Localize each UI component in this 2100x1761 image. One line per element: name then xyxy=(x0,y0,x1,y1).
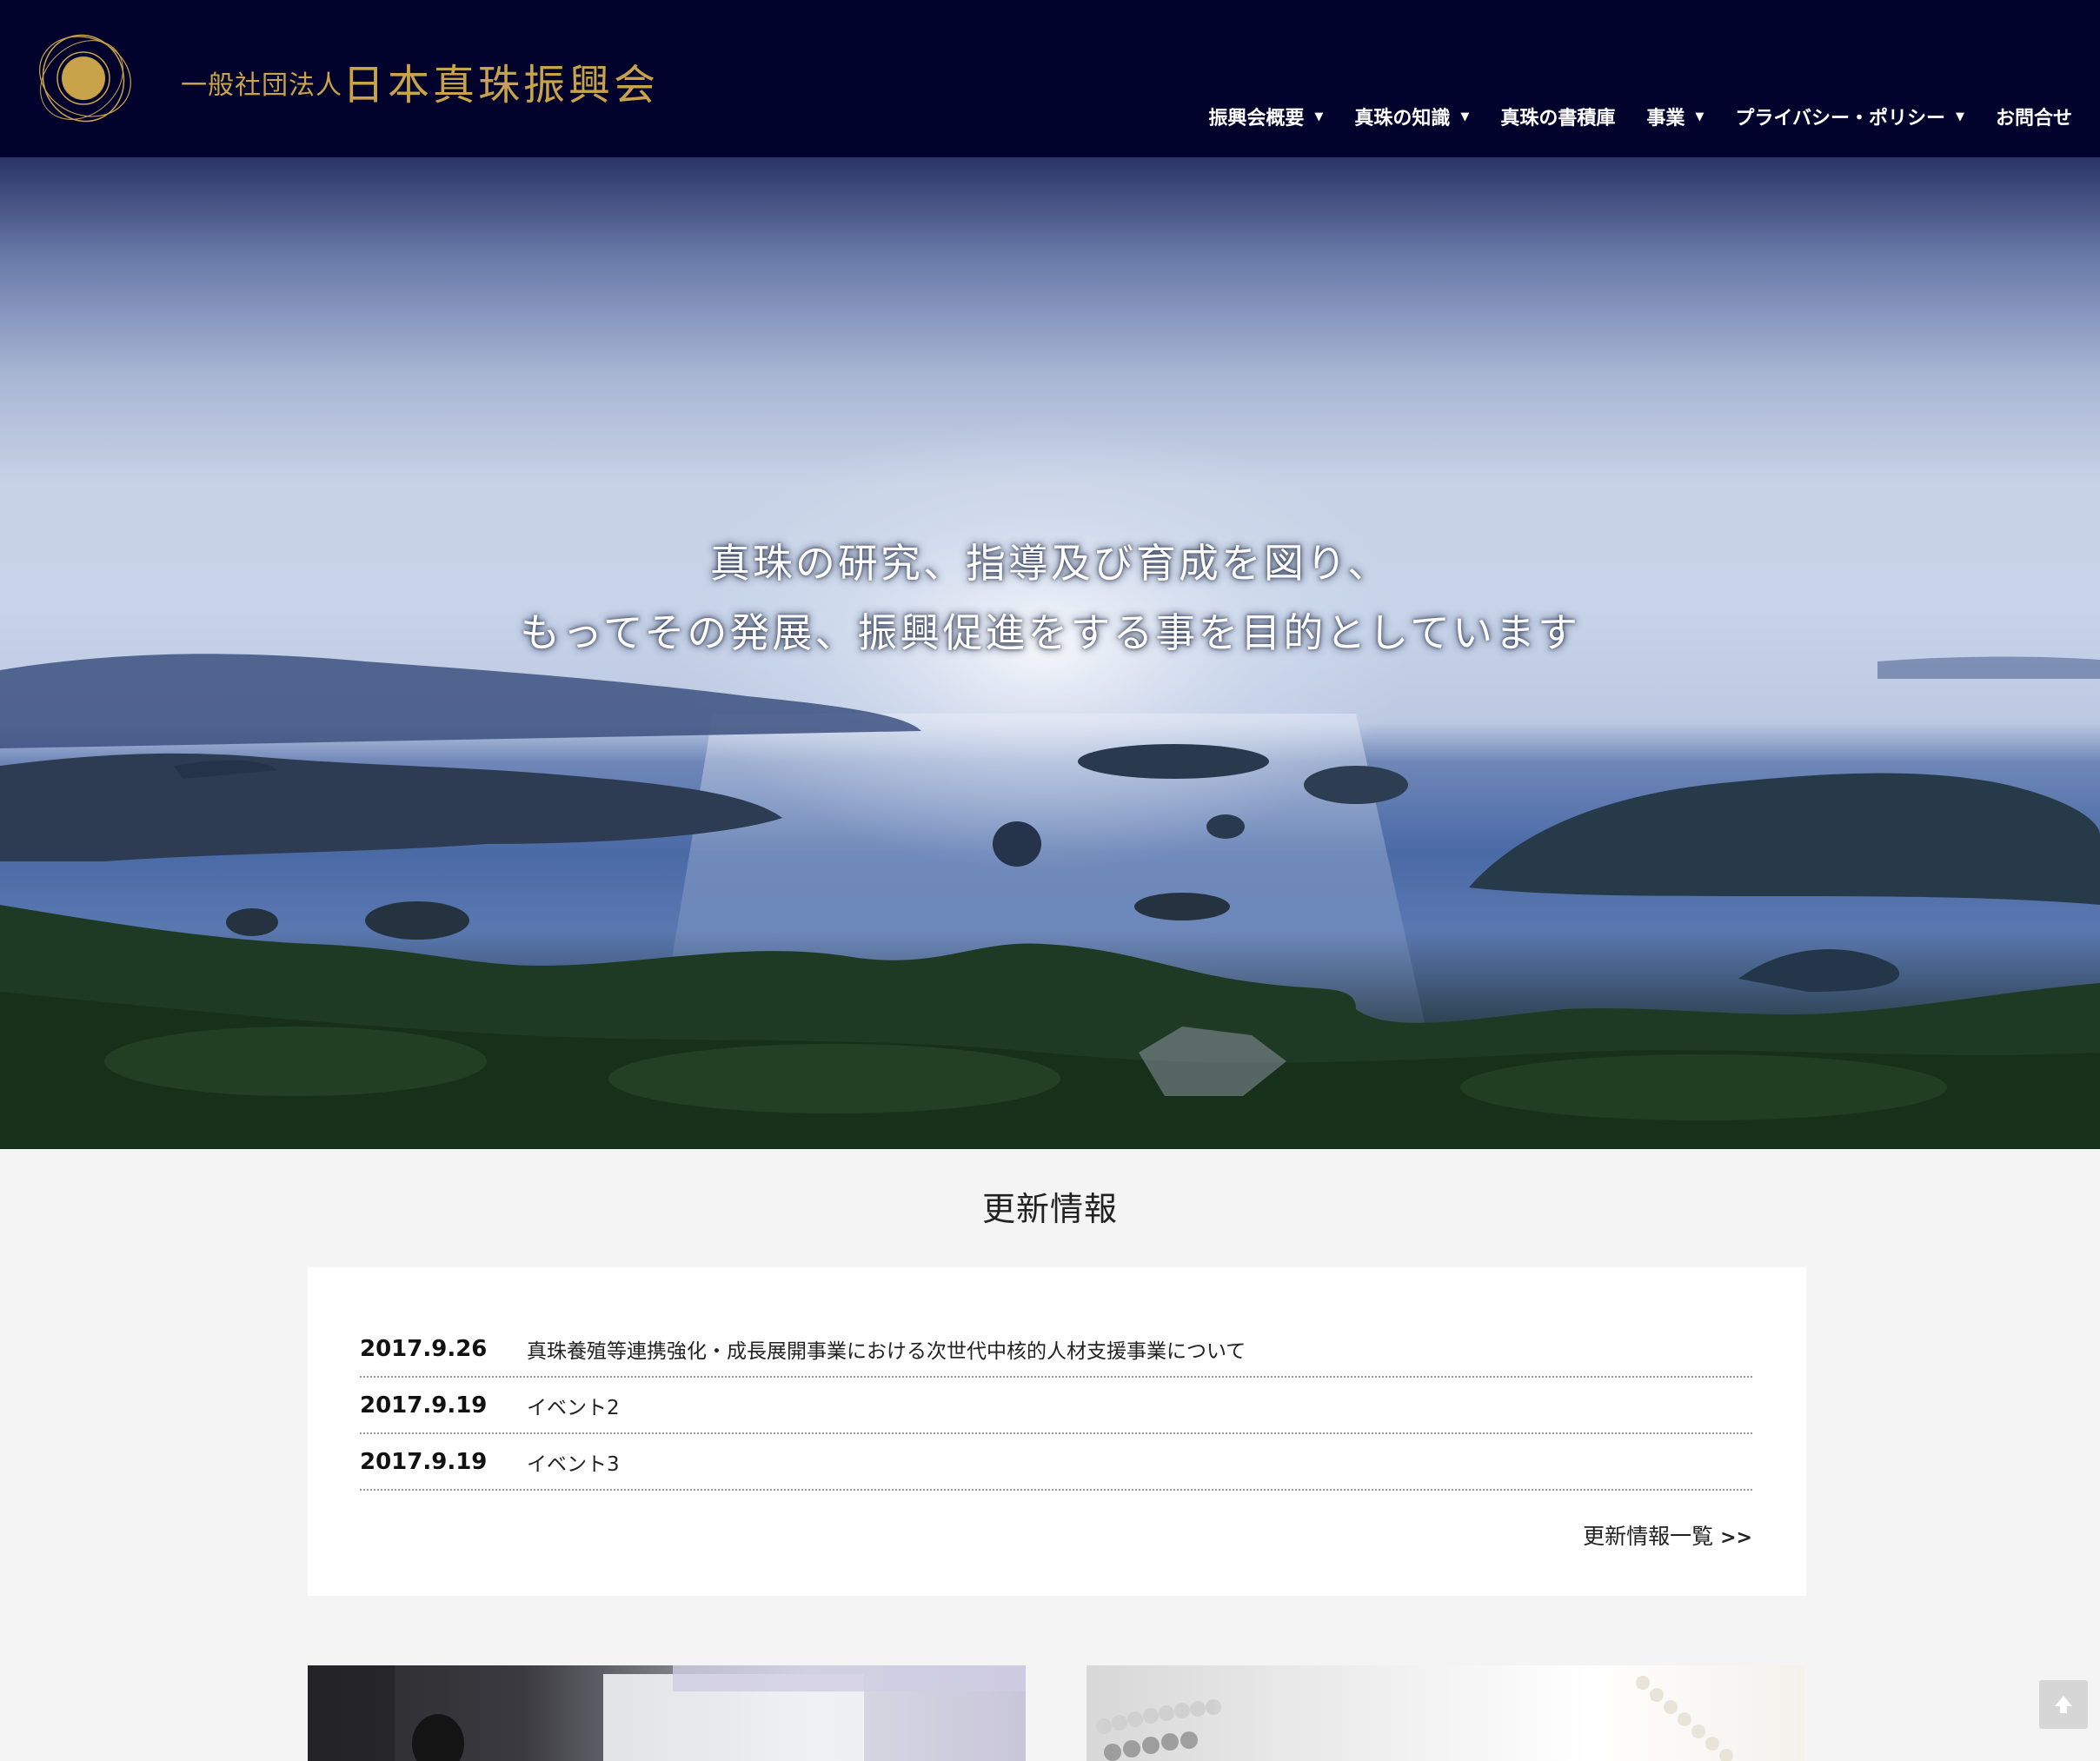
hero-banner: 真珠の研究、指導及び育成を図り、 もってその発展、振興促進をする事を目的としてい… xyxy=(0,157,2100,1149)
news-item[interactable]: 2017.9.19 イベント3 xyxy=(360,1434,1752,1491)
nav-item-privacy-policy[interactable]: プライバシー・ポリシー ▼ xyxy=(1735,103,1964,130)
news-item[interactable]: 2017.9.19 イベント2 xyxy=(360,1378,1752,1434)
hero-tagline-line1: 真珠の研究、指導及び育成を図り、 xyxy=(709,540,1391,587)
logo-org-name: 日本真珠振興会 xyxy=(342,61,660,110)
news-more-label: 更新情報一覧 xyxy=(1583,1524,1714,1549)
nav-item-label: 真珠の書積庫 xyxy=(1500,108,1616,130)
news-date: 2017.9.19 xyxy=(360,1448,488,1475)
nav-item-label: 事業 xyxy=(1646,108,1685,130)
news-date: 2017.9.26 xyxy=(360,1335,488,1362)
event-photo-thumbnail[interactable] xyxy=(308,1665,1026,1761)
nav-item-pearl-library[interactable]: 真珠の書積庫 xyxy=(1500,103,1615,130)
news-list: 2017.9.26 真珠養殖等連携強化・成長展開事業における次世代中核的人材支援… xyxy=(360,1321,1752,1491)
news-panel: 2017.9.26 真珠養殖等連携強化・成長展開事業における次世代中核的人材支援… xyxy=(308,1267,1806,1596)
news-section-title: 更新情報 xyxy=(981,1190,1118,1228)
pearl-orbit-logo-icon[interactable] xyxy=(31,28,139,129)
logo-org-type: 一般社団法人 xyxy=(181,70,342,101)
nav-item-projects[interactable]: 事業 ▼ xyxy=(1646,103,1704,130)
caret-down-icon: ▼ xyxy=(1695,110,1705,123)
news-title-link[interactable]: イベント3 xyxy=(527,1447,620,1477)
double-chevron-right-icon: >> xyxy=(1720,1527,1752,1549)
caret-down-icon: ▼ xyxy=(1314,110,1324,123)
nav-item-label: 振興会概要 xyxy=(1208,108,1305,130)
news-date: 2017.9.19 xyxy=(360,1392,488,1419)
site-logo-text[interactable]: 一般社団法人日本真珠振興会 xyxy=(181,50,659,111)
news-more-link[interactable]: 更新情報一覧 >> xyxy=(1583,1519,1752,1551)
arrow-up-icon xyxy=(2055,1696,2072,1713)
back-to-top-button[interactable] xyxy=(2039,1680,2088,1729)
main-nav: 振興会概要 ▼ 真珠の知識 ▼ 真珠の書積庫 事業 ▼ プライバシー・ポリシー … xyxy=(1177,103,2072,130)
nav-item-about[interactable]: 振興会概要 ▼ xyxy=(1208,103,1323,130)
nav-item-pearl-knowledge[interactable]: 真珠の知識 ▼ xyxy=(1354,103,1469,130)
news-item[interactable]: 2017.9.26 真珠養殖等連携強化・成長展開事業における次世代中核的人材支援… xyxy=(360,1321,1752,1378)
nav-item-label: お問合せ xyxy=(1995,108,2072,130)
caret-down-icon: ▼ xyxy=(1460,110,1470,123)
news-title-link[interactable]: イベント2 xyxy=(527,1391,620,1420)
nav-item-contact[interactable]: お問合せ xyxy=(1996,103,2072,130)
news-title-link[interactable]: 真珠養殖等連携強化・成長展開事業における次世代中核的人材支援事業について xyxy=(527,1334,1246,1364)
pearl-necklace-thumbnail[interactable] xyxy=(1087,1665,1804,1761)
nav-item-label: 真珠の知識 xyxy=(1354,108,1451,130)
nav-item-label: プライバシー・ポリシー xyxy=(1735,108,1945,130)
hero-tagline-line2: もってその発展、振興促進をする事を目的としています xyxy=(520,609,1580,656)
site-header: 一般社団法人日本真珠振興会 振興会概要 ▼ 真珠の知識 ▼ 真珠の書積庫 事業 … xyxy=(0,0,2100,157)
caret-down-icon: ▼ xyxy=(1955,110,1964,123)
